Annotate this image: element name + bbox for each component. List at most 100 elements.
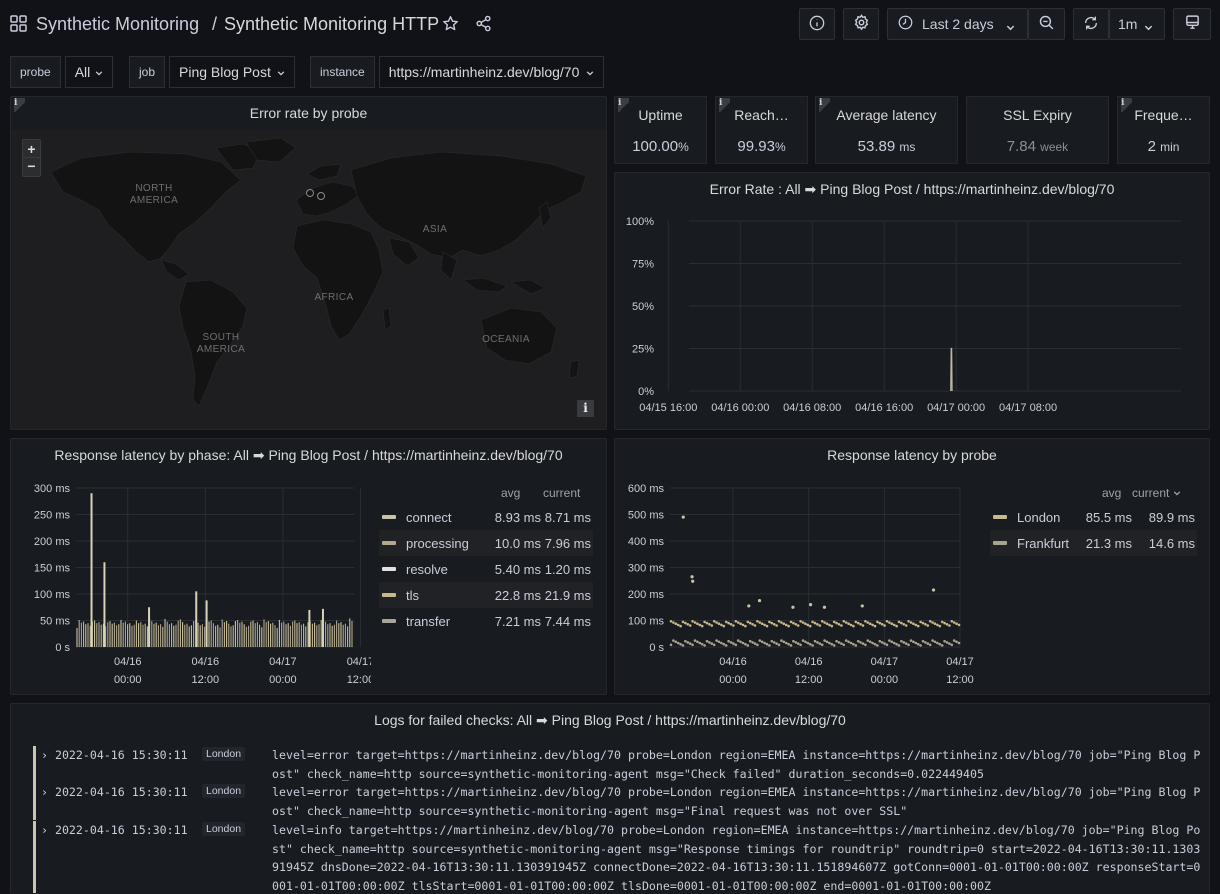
dashboard-title[interactable]: Synthetic Monitoring HTTP [224,14,439,35]
scatter-point-frankfurt [691,643,694,647]
scatter-outlier-point [860,604,864,608]
legend-item-connect[interactable]: connect 8.93 ms 8.71 ms [379,504,593,530]
refresh-button[interactable] [1073,8,1109,40]
stat-title[interactable]: Freque… [1118,107,1209,123]
scatter-point-london [818,624,822,627]
map-attribution-info-icon[interactable]: i [577,400,594,417]
scatter-point-frankfurt [720,641,723,645]
stat-title[interactable]: Average latency [816,107,957,123]
legend-item-transfer[interactable]: transfer 7.21 ms 7.44 ms [379,608,593,634]
legend-avg-value: 5.40 ms [494,561,541,577]
latency-probe-chart[interactable]: 0 s 100 ms 200 ms 300 ms 400 ms 500 ms 600 ms 0… [615,439,975,695]
scatter-point-london [727,621,730,625]
dashboard-info-button[interactable] [799,8,835,40]
scatter-point-frankfurt [852,642,855,646]
scatter-point-frankfurt [681,644,685,647]
variable-instance-select[interactable]: https://martinheinz.dev/blog/70 [378,56,605,88]
stat-title[interactable]: Reach… [716,107,807,123]
x-tick-label: 04/17 08:00 [999,402,1057,414]
log-row[interactable]: › 2022-04-16 15:30:11 London level=error… [33,783,1203,820]
chevron-down-icon [586,64,594,80]
log-message: level=info target=https://martinheinz.de… [272,823,1201,893]
map-zoom-out-button[interactable]: − [23,158,40,176]
variable-job-select[interactable]: Ping Blog Post [169,56,295,88]
variable-probe-select[interactable]: All [64,56,114,88]
legend-item-tls[interactable]: tls 22.8 ms 21.9 ms [379,582,593,608]
tv-mode-button[interactable] [1173,8,1211,40]
scatter-point-frankfurt [717,640,721,644]
panel-title[interactable]: Logs for failed checks: All ➡ Ping Blog … [11,712,1209,729]
scatter-point-london [753,624,757,627]
stat-panel-frequency: i Freque… 2 min [1117,96,1210,164]
y-tick-label: 400 ms [628,536,665,548]
refresh-interval-picker[interactable]: 1m [1109,8,1165,40]
legend-item-frankfurt[interactable]: Frankfurt 21.3 ms 14.6 ms [990,530,1197,556]
variable-value: Ping Blog Post [179,64,271,80]
scatter-point-frankfurt [753,642,757,645]
scatter-point-frankfurt [715,639,718,642]
scatter-point-london [708,623,711,626]
dashboard-settings-button[interactable] [843,8,879,40]
y-tick-label: 200 ms [34,536,71,548]
scatter-point-frankfurt [876,644,879,647]
scatter-point-frankfurt [808,642,812,646]
scatter-point-frankfurt [907,643,910,647]
error-rate-chart[interactable]: 0% 25% 50% 75% 100% 04/15 16:00 04/16 00:00 04/… [615,173,1210,430]
variable-job: job Ping Blog Post [129,56,295,88]
log-level-bar [33,783,36,820]
scatter-point-frankfurt [864,643,867,647]
legend-avg-value: 21.3 ms [1085,535,1132,551]
scatter-point-frankfurt [722,642,726,646]
map-zoom-in-button[interactable]: + [23,140,40,158]
legend-header-current[interactable]: current [1132,486,1181,500]
scatter-point-frankfurt [847,640,850,644]
scatter-point-london [681,620,685,624]
scatter-point-frankfurt [748,639,752,643]
world-map[interactable]: NORTH AMERICA ASIA AFRICA SOUTH AMERICA … [11,130,606,429]
y-tick-label: 300 ms [34,483,71,495]
scatter-outlier-point [691,579,695,583]
star-icon[interactable] [442,15,459,35]
latency-phase-chart[interactable]: 0 s 50 ms 100 ms 150 ms 200 ms 250 ms 300 ms 04… [11,439,371,695]
map-label-south-america: SOUTH [203,332,240,343]
scatter-point-frankfurt [741,641,745,645]
variable-value: All [74,64,91,80]
legend-item-processing[interactable]: processing 10.0 ms 7.96 ms [379,530,593,556]
scatter-point-london [895,624,898,628]
scatter-point-london [835,621,838,625]
scatter-point-london [768,620,771,624]
log-row[interactable]: › 2022-04-16 15:30:11 London level=info … [33,821,1203,893]
legend-header-avg[interactable]: avg [1102,486,1121,500]
scatter-point-london [871,623,874,627]
legend-current-value: 7.96 ms [544,535,591,551]
zoom-out-time-button[interactable] [1028,8,1065,40]
legend-avg-value: 22.8 ms [494,587,541,603]
legend-header-current[interactable]: current [543,486,580,500]
time-range-picker[interactable]: Last 2 days [887,8,1028,40]
scatter-outlier-point [822,605,827,609]
scatter-point-london [688,624,692,627]
scatter-point-london [789,620,793,624]
scatter-point-frankfurt [811,644,814,647]
scatter-point-frankfurt [830,642,834,646]
scatter-point-london [775,624,778,627]
stat-number: 53.89 [857,138,896,155]
scatter-point-frankfurt [758,639,762,642]
legend-item-london[interactable]: London 85.5 ms 89.9 ms [990,504,1197,530]
scatter-point-london [700,624,704,628]
log-row[interactable]: › 2022-04-16 15:30:11 London level=error… [33,746,1203,783]
breadcrumb-folder[interactable]: Synthetic Monitoring [36,14,199,35]
scatter-point-frankfurt [924,641,927,644]
legend-swatch [993,541,1007,545]
legend-header-avg[interactable]: avg [501,486,520,500]
scatter-point-london [722,624,726,628]
legend-item-resolve[interactable]: resolve 5.40 ms 1.20 ms [379,556,593,582]
share-icon[interactable] [475,15,492,35]
scatter-point-london [854,620,858,624]
scatter-point-frankfurt [684,639,687,643]
stat-title[interactable]: SSL Expiry [967,107,1108,123]
scatter-point-london [880,623,884,626]
panel-title[interactable]: Error rate by probe [11,105,606,121]
stat-title[interactable]: Uptime [615,107,706,123]
dashboards-grid-icon[interactable] [10,15,27,35]
